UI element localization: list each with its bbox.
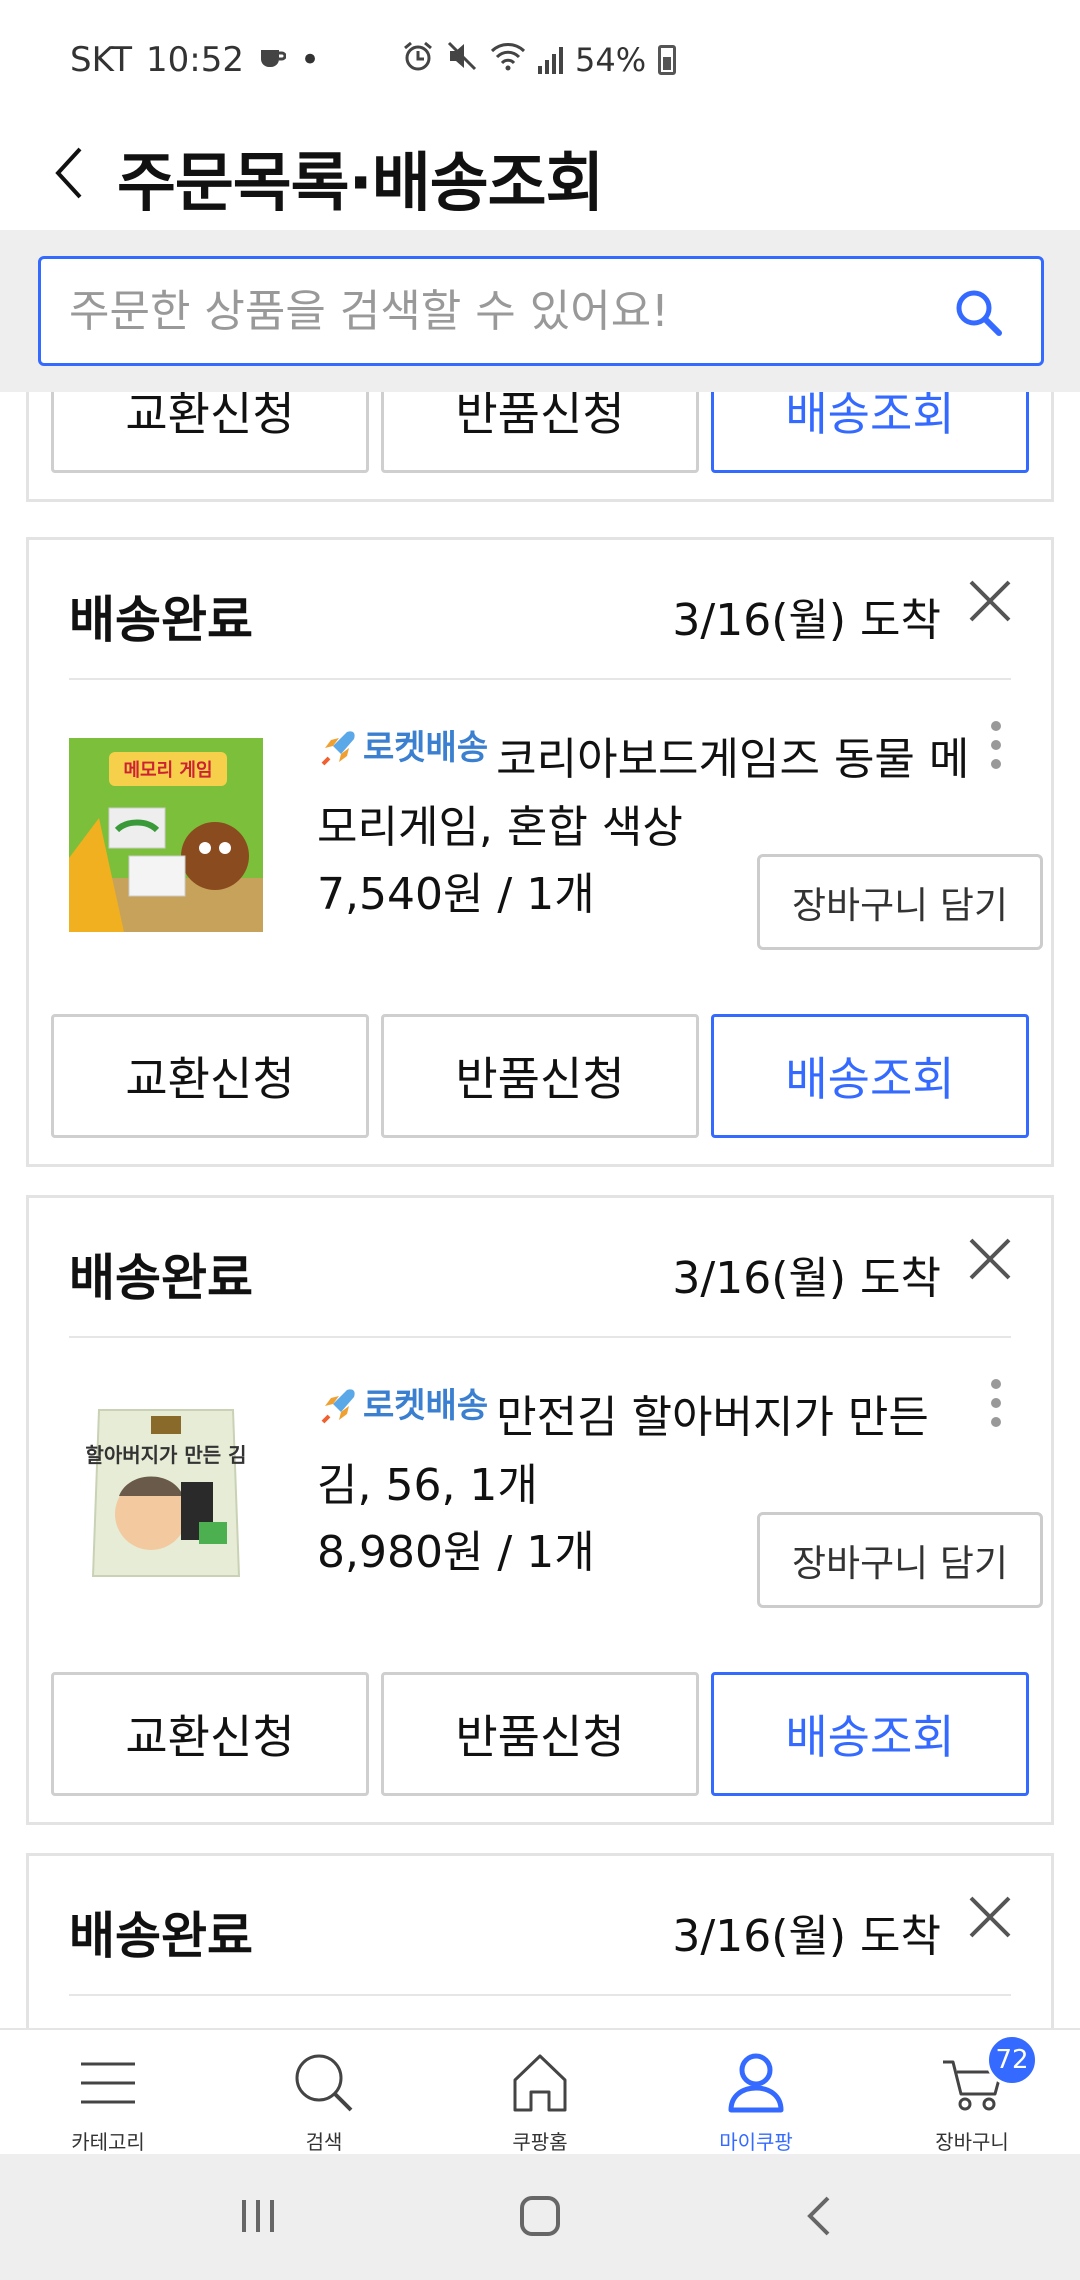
nav-home[interactable]: 쿠팡홈	[432, 2030, 648, 2156]
order-actions: 교환신청 반품신청 배송조회	[51, 1672, 1029, 1796]
thumbnail-title: 할아버지가 만든 김	[85, 1443, 246, 1467]
rocket-icon	[321, 1389, 355, 1424]
product-price: 8,980원 / 1개	[317, 1527, 595, 1578]
more-options-icon[interactable]	[981, 720, 1011, 770]
product-thumbnail[interactable]: 메모리 게임	[69, 738, 263, 932]
search-icon[interactable]	[951, 285, 1007, 341]
arrival-date: 3/16(월) 도착	[672, 1911, 941, 1962]
return-button[interactable]: 반품신청	[381, 1672, 699, 1796]
add-to-cart-button[interactable]: 장바구니 담기	[757, 854, 1043, 950]
nav-my-coupang[interactable]: 마이쿠팡	[648, 2030, 864, 2156]
nav-label: 카테고리	[71, 2130, 145, 2154]
order-list: 교환신청 반품신청 배송조회 배송완료 3/16(월) 도착 메모리 게임 로켓…	[0, 392, 1080, 2028]
order-search-input[interactable]	[41, 285, 921, 337]
status-bar: SKT 10:52 • 54%	[0, 0, 1080, 118]
delivery-status: 배송완료	[69, 591, 253, 649]
add-to-cart-button[interactable]: 장바구니 담기	[757, 1512, 1043, 1608]
product-thumbnail[interactable]: 할아버지가 만든 김	[69, 1396, 263, 1590]
arrival-date: 3/16(월) 도착	[672, 595, 941, 646]
delivery-status: 배송완료	[69, 1907, 253, 1965]
product-name[interactable]: 로켓배송 코리아보드게임즈 동물 메모리게임, 혼합 색상	[317, 714, 997, 862]
back-nav-icon[interactable]	[800, 2194, 844, 2238]
exchange-button[interactable]: 교환신청	[51, 1014, 369, 1138]
back-button[interactable]	[38, 138, 102, 208]
rocket-icon	[321, 731, 355, 766]
track-delivery-button[interactable]: 배송조회	[711, 392, 1029, 473]
arrival-date: 3/16(월) 도착	[672, 1253, 941, 1304]
battery-icon	[658, 45, 677, 75]
wifi-icon	[490, 41, 526, 79]
app-header: 주문목록·배송조회	[0, 118, 1080, 230]
close-icon[interactable]	[967, 578, 1013, 624]
menu-icon	[81, 2062, 135, 2104]
track-delivery-button[interactable]: 배송조회	[711, 1672, 1029, 1796]
exchange-button[interactable]: 교환신청	[51, 1672, 369, 1796]
search-icon	[295, 2054, 353, 2112]
nav-cart[interactable]: 장바구니 72	[864, 2030, 1080, 2156]
rocket-delivery-badge: 로켓배송	[317, 714, 488, 782]
search-box	[38, 256, 1044, 366]
signal-icon	[538, 46, 563, 74]
product-row: 할아버지가 만든 김 로켓배송 만전김 할아버지가 만든 김, 56, 1개 8…	[69, 1338, 1043, 1638]
mute-icon	[446, 40, 478, 80]
page-title: 주문목록·배송조회	[117, 147, 604, 221]
clock: 10:52	[146, 40, 244, 80]
nav-category[interactable]: 카테고리	[0, 2030, 216, 2156]
order-card: 배송완료 3/16(월) 도착 할아버지가 만든 김 로켓배송 만전김 할아버지…	[26, 1195, 1054, 1825]
notification-dot: •	[300, 40, 321, 80]
home-button-icon[interactable]	[518, 2194, 562, 2238]
person-icon	[728, 2053, 784, 2113]
track-delivery-button[interactable]: 배송조회	[711, 1014, 1029, 1138]
order-card-partial: 교환신청 반품신청 배송조회	[26, 392, 1054, 502]
battery-percent: 54%	[575, 41, 647, 79]
order-card-header: 배송완료 3/16(월) 도착	[69, 540, 1011, 680]
product-price: 7,540원 / 1개	[317, 869, 595, 920]
search-section	[0, 230, 1080, 392]
order-actions: 교환신청 반품신청 배송조회	[51, 392, 1029, 473]
nav-label: 검색	[305, 2130, 343, 2154]
coffee-icon	[258, 40, 287, 80]
thumbnail-title: 메모리 게임	[123, 760, 212, 781]
more-options-icon[interactable]	[981, 1378, 1011, 1428]
bottom-navigation: 카테고리 검색 쿠팡홈 마이쿠팡 장바구니 72	[0, 2028, 1080, 2154]
rocket-delivery-badge: 로켓배송	[317, 1372, 488, 1440]
chevron-left-icon	[55, 147, 82, 199]
carrier-label: SKT	[70, 40, 133, 80]
nav-label: 장바구니	[935, 2130, 1009, 2154]
delivery-status: 배송완료	[69, 1249, 253, 1307]
cart-count-badge: 72	[986, 2034, 1038, 2086]
recent-apps-icon[interactable]	[236, 2194, 280, 2238]
alarm-icon	[402, 40, 434, 80]
nav-label: 마이쿠팡	[719, 2130, 793, 2154]
order-card: 배송완료 3/16(월) 도착	[26, 1853, 1054, 2028]
close-icon[interactable]	[967, 1236, 1013, 1282]
product-row: 메모리 게임 로켓배송 코리아보드게임즈 동물 메모리게임, 혼합 색상 7,5…	[69, 680, 1043, 980]
close-icon[interactable]	[967, 1894, 1013, 1940]
order-card-header: 배송완료 3/16(월) 도착	[69, 1856, 1011, 1996]
return-button[interactable]: 반품신청	[381, 392, 699, 473]
rocket-label: 로켓배송	[363, 1386, 489, 1426]
status-left: SKT 10:52 •	[70, 40, 320, 80]
order-card: 배송완료 3/16(월) 도착 메모리 게임 로켓배송 코리아보드게임즈 동물 …	[26, 537, 1054, 1167]
nav-search[interactable]: 검색	[216, 2030, 432, 2156]
product-name[interactable]: 로켓배송 만전김 할아버지가 만든 김, 56, 1개	[317, 1372, 997, 1520]
nav-label: 쿠팡홈	[512, 2130, 568, 2154]
order-card-header: 배송완료 3/16(월) 도착	[69, 1198, 1011, 1338]
status-right: 54%	[402, 40, 677, 80]
order-actions: 교환신청 반품신청 배송조회	[51, 1014, 1029, 1138]
home-icon	[513, 2054, 567, 2112]
return-button[interactable]: 반품신청	[381, 1014, 699, 1138]
exchange-button[interactable]: 교환신청	[51, 392, 369, 473]
rocket-label: 로켓배송	[363, 728, 489, 768]
system-navigation-bar	[0, 2154, 1080, 2280]
